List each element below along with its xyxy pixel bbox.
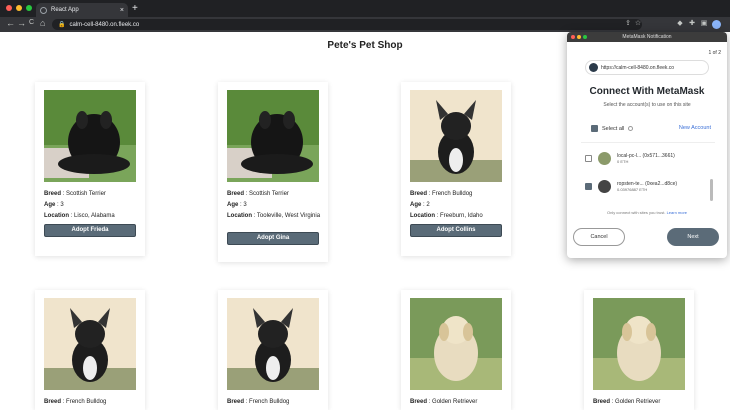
extension-icon[interactable]: ◆ [676, 20, 684, 28]
address-bar[interactable]: 🔒 calm-cell-8480.on.fleek.co [52, 19, 642, 30]
trust-note: Only connect with sites you trust. Learn… [606, 210, 688, 215]
minimize-window-button[interactable] [16, 5, 22, 11]
pet-card: Breed : French Bulldog Age : 2 Location … [401, 82, 511, 256]
pet-location: Freeburn, Idaho [440, 213, 483, 219]
pet-card: Breed : French Bulldog [35, 290, 145, 410]
pet-breed: Scottish Terrier [249, 191, 289, 197]
dog-photo [593, 298, 685, 390]
pet-info: Breed : Golden Retriever [593, 399, 661, 405]
pet-location: Lisco, Alabama [74, 213, 115, 219]
info-icon[interactable] [628, 126, 634, 131]
account-avatar [598, 151, 611, 165]
account-list: local-pc-l... (0x571...3661) 0 ETH ropst… [581, 142, 715, 238]
pet-card: Breed : Golden Retriever [584, 290, 694, 410]
cancel-button[interactable]: Cancel [573, 228, 625, 246]
metamask-popup: MetaMask Notification 1 of 2 https://cal… [567, 32, 727, 258]
popup-window-controls [571, 35, 587, 39]
pet-info: Breed : French Bulldog Age : 2 Location … [410, 191, 483, 219]
select-all-checkbox[interactable] [591, 125, 598, 132]
pet-breed: French Bulldog [432, 191, 473, 197]
site-icon [589, 63, 598, 72]
account-item[interactable]: ropsten-te... (0xea2...d8ce) 0.03976887 … [585, 175, 711, 197]
popup-title: MetaMask Notification [622, 34, 672, 40]
window-controls [6, 5, 32, 11]
account-balance: 0.03976887 ETH [617, 186, 648, 192]
popup-maximize-button[interactable] [583, 35, 587, 39]
forward-button[interactable]: → [17, 18, 26, 28]
new-tab-button[interactable]: + [132, 3, 138, 14]
account-checkbox[interactable] [585, 154, 592, 162]
adopt-button[interactable]: Adopt Gina [227, 232, 319, 245]
address-url[interactable]: calm-cell-8480.on.fleek.co [69, 22, 139, 28]
dog-photo [410, 90, 502, 182]
pet-info: Breed : Scottish Terrier Age : 3 Locatio… [227, 191, 321, 219]
maximize-window-button[interactable] [26, 5, 32, 11]
pet-breed: French Bulldog [249, 399, 290, 405]
dog-photo [227, 298, 319, 390]
back-button[interactable]: ← [6, 18, 15, 28]
dog-photo [410, 298, 502, 390]
account-item[interactable]: local-pc-l... (0x571...3661) 0 ETH [585, 147, 711, 169]
select-all[interactable]: Select all [591, 125, 634, 132]
lock-icon: 🔒 [58, 22, 66, 28]
pet-info: Breed : Scottish Terrier Age : 3 Locatio… [44, 191, 115, 219]
profile-avatar[interactable] [712, 20, 721, 29]
react-icon [40, 6, 47, 14]
learn-more-link[interactable]: Learn more [667, 210, 687, 215]
home-button[interactable]: ⌂ [40, 18, 45, 28]
dog-photo [227, 90, 319, 182]
pet-card: Breed : Scottish Terrier Age : 3 Locatio… [35, 82, 145, 256]
sidebar-icon[interactable]: ▣ [700, 20, 708, 28]
pet-breed: Scottish Terrier [66, 191, 106, 197]
next-button[interactable]: Next [667, 228, 719, 246]
pet-location: Tooleville, West Virginia [256, 213, 321, 219]
pet-breed: Golden Retriever [432, 399, 478, 405]
account-checkbox[interactable] [585, 182, 592, 190]
browser-toolbar: ← → C ⌂ 🔒 calm-cell-8480.on.fleek.co ⇪ ☆… [0, 17, 730, 32]
pet-age: 3 [60, 202, 64, 208]
popup-minimize-button[interactable] [577, 35, 581, 39]
adopt-button[interactable]: Adopt Collins [410, 224, 502, 237]
account-balance: 0 ETH [617, 158, 629, 164]
puzzle-icon[interactable]: ✚ [688, 20, 696, 28]
popup-titlebar: MetaMask Notification [567, 32, 727, 42]
dog-photo [44, 90, 136, 182]
tab-title: React App [51, 7, 79, 13]
site-origin: https://calm-cell-8480.on.fleek.co [585, 60, 709, 75]
pet-info: Breed : Golden Retriever [410, 399, 478, 405]
pet-breed: French Bulldog [66, 399, 107, 405]
tab-react-app[interactable]: React App × [36, 3, 128, 17]
pet-breed: Golden Retriever [615, 399, 661, 405]
account-avatar [598, 179, 611, 193]
pet-card: Breed : Golden Retriever [401, 290, 511, 410]
pet-info: Breed : French Bulldog [227, 399, 290, 405]
pet-info: Breed : French Bulldog [44, 399, 107, 405]
new-account-link[interactable]: New Account [679, 125, 711, 131]
browser-chrome: React App × + ← → C ⌂ 🔒 calm-cell-8480.o… [0, 0, 730, 32]
account-name: local-pc-l... (0x571...3661) [617, 152, 675, 159]
close-window-button[interactable] [6, 5, 12, 11]
page-indicator: 1 of 2 [708, 50, 721, 56]
share-icon[interactable]: ⇪ [624, 20, 632, 28]
reload-button[interactable]: C [29, 19, 34, 26]
site-url: https://calm-cell-8480.on.fleek.co [601, 64, 675, 71]
connect-subheading: Select the account(s) to use on this sit… [603, 102, 691, 108]
account-list-scrollbar[interactable] [710, 179, 713, 201]
tab-strip: React App × + [0, 0, 730, 17]
pet-card: Breed : French Bulldog [218, 290, 328, 410]
pet-age: 3 [243, 202, 247, 208]
pet-age: 2 [426, 202, 430, 208]
account-name: ropsten-te... (0xea2...d8ce) [617, 180, 678, 187]
connect-heading: Connect With MetaMask [589, 86, 705, 97]
dog-photo [44, 298, 136, 390]
adopt-button[interactable]: Adopt Frieda [44, 224, 136, 237]
popup-close-button[interactable] [571, 35, 575, 39]
select-all-label: Select all [602, 125, 625, 132]
tab-close-icon[interactable]: × [120, 7, 124, 14]
star-icon[interactable]: ☆ [634, 20, 642, 28]
pet-card: Breed : Scottish Terrier Age : 3 Locatio… [218, 82, 328, 262]
